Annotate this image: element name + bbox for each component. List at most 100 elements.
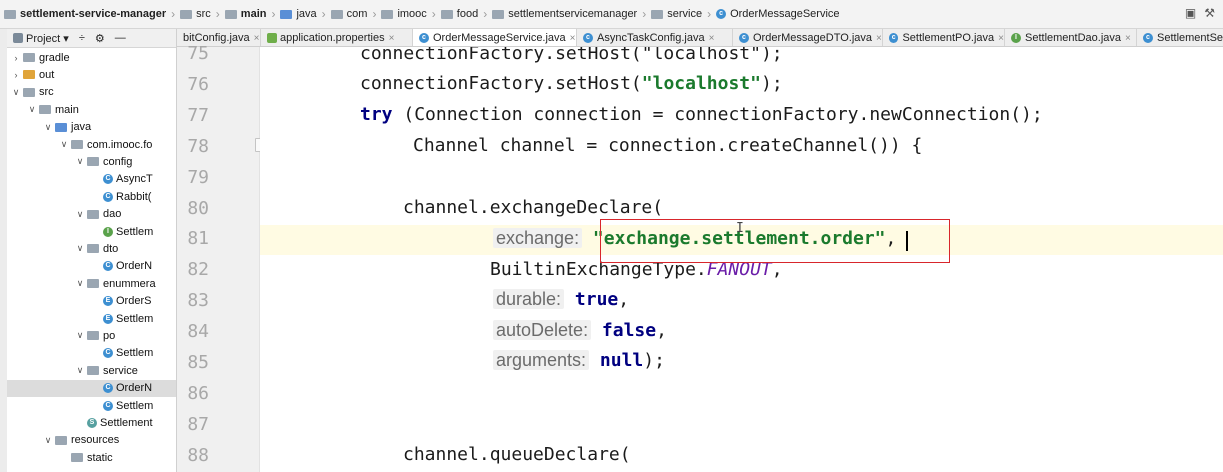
chevron-down-icon[interactable]: ∨ — [59, 139, 69, 150]
editor-tab[interactable]: c OrderMessageService.java × — [413, 29, 577, 46]
chevron-down-icon[interactable]: ∨ — [27, 104, 37, 115]
project-panel: Project ▾ ÷ ⚙ — › gradle › out ∨ src ∨ main ∨ jav… — [7, 29, 177, 472]
navbar-actions: ▣ ⚒ — [1185, 6, 1215, 20]
editor-tab[interactable]: c SettlementPO.java × — [883, 29, 1005, 46]
project-tree-item[interactable]: E OrderS — [7, 293, 176, 310]
close-icon[interactable]: × — [876, 33, 882, 44]
chevron-down-icon[interactable]: ∨ — [75, 330, 85, 341]
class-icon: C — [103, 383, 113, 394]
project-tree-item[interactable]: ∨ src — [7, 84, 176, 101]
build-hammer-icon[interactable]: ⚒ — [1204, 6, 1215, 20]
project-tree-item[interactable]: S Settlement — [7, 414, 176, 431]
chevron-down-icon[interactable]: ∨ — [75, 243, 85, 254]
project-tree-item[interactable]: C Rabbit( — [7, 188, 176, 205]
project-tree-item[interactable]: ∨ dao — [7, 206, 176, 223]
editor-tab[interactable]: c AsyncTaskConfig.java × — [577, 29, 733, 46]
breadcrumb-item[interactable]: › service — [637, 7, 702, 21]
close-icon[interactable]: × — [998, 33, 1004, 44]
breadcrumb-item[interactable]: › main — [211, 7, 267, 21]
project-tree-item[interactable]: C OrderN — [7, 258, 176, 275]
project-tree-item[interactable]: ∨ service — [7, 362, 176, 379]
collapse-all-icon[interactable]: ÷ — [79, 32, 85, 44]
project-tree-item[interactable]: C Settlem — [7, 345, 176, 362]
project-tree-item[interactable]: I Settlem — [7, 223, 176, 240]
code-editor[interactable]: connectionFactory.setHost("localhost"); … — [260, 47, 1223, 472]
chevron-down-icon[interactable]: ∨ — [75, 365, 85, 376]
breadcrumb-item[interactable]: › c OrderMessageService — [702, 7, 839, 21]
editor-tab[interactable]: application.properties × — [261, 29, 413, 46]
chevron-down-icon[interactable]: ∨ — [43, 435, 53, 446]
project-tree-item[interactable]: ∨ java — [7, 119, 176, 136]
class-icon: C — [103, 400, 113, 411]
line-number: 88 — [187, 444, 209, 466]
folder-blue-icon — [280, 9, 293, 19]
chevron-down-icon[interactable]: ∨ — [75, 209, 85, 220]
chevron-right-icon[interactable]: › — [11, 53, 21, 63]
project-tree-item[interactable]: ∨ resources — [7, 432, 176, 449]
project-tree-item[interactable]: C OrderN — [7, 379, 176, 397]
folder-icon — [180, 9, 193, 19]
spring-class-icon: S — [87, 417, 97, 428]
breadcrumb-item[interactable]: › settlementservicemanager — [478, 7, 637, 21]
line-number: 81 — [187, 228, 209, 250]
breadcrumb-separator: › — [321, 7, 326, 21]
class-icon: C — [103, 261, 113, 272]
chevron-down-icon[interactable]: ∨ — [75, 156, 85, 167]
layout-icon[interactable]: ▣ — [1185, 6, 1196, 20]
mouse-ibeam-cursor-icon: I — [736, 221, 744, 236]
editor-tab-bar: bitConfig.java × application.properties × c O… — [177, 29, 1223, 47]
enum-icon: E — [103, 296, 113, 307]
project-tree-item[interactable]: › gradle — [7, 49, 176, 66]
editor-tab[interactable]: c OrderMessageDTO.java × — [733, 29, 883, 46]
project-tree-item[interactable]: ∨ main — [7, 101, 176, 118]
chevron-down-icon[interactable]: ∨ — [43, 122, 53, 133]
line-number: 87 — [187, 413, 209, 435]
close-icon[interactable]: × — [254, 33, 260, 44]
gear-icon[interactable]: ⚙ — [95, 32, 105, 45]
close-icon[interactable]: × — [389, 33, 395, 44]
close-icon[interactable]: × — [1125, 33, 1131, 44]
interface-icon: I — [1011, 33, 1021, 43]
project-tree-item[interactable]: C Settlem — [7, 397, 176, 414]
module-icon — [4, 9, 16, 19]
project-tree-item[interactable]: static — [7, 449, 176, 466]
class-icon: c — [716, 9, 727, 19]
breadcrumb-item[interactable]: settlement-service-manager — [4, 8, 166, 20]
hide-panel-icon[interactable]: — — [115, 32, 126, 44]
project-view-selector[interactable]: Project ▾ — [13, 32, 69, 45]
breadcrumb-item[interactable]: › food — [427, 7, 478, 21]
project-tree-item[interactable]: ∨ po — [7, 327, 176, 344]
project-tree-item[interactable]: ∨ config — [7, 153, 176, 170]
project-tree-item[interactable]: ∨ dto — [7, 240, 176, 257]
folder-icon — [71, 140, 83, 149]
breadcrumb-item[interactable]: › imooc — [367, 7, 426, 21]
chevron-down-icon[interactable]: ∨ — [75, 278, 85, 289]
breadcrumb-separator: › — [483, 7, 488, 21]
project-tree-item[interactable]: E Settlem — [7, 310, 176, 327]
project-tree-item[interactable]: ∨ com.imooc.fo — [7, 136, 176, 153]
param-hint-autodelete: autoDelete: — [493, 320, 592, 340]
chevron-down-icon[interactable]: ∨ — [11, 87, 21, 98]
editor-tab[interactable]: c SettlementSe — [1137, 29, 1223, 46]
line-number: 84 — [187, 321, 209, 343]
breadcrumb-item[interactable]: › com — [317, 7, 368, 21]
param-hint-arguments: arguments: — [493, 350, 590, 370]
project-tree-item[interactable]: C AsyncT — [7, 171, 176, 188]
project-tree-item[interactable]: › out — [7, 66, 176, 83]
code-line-80: channel.exchangeDeclare( — [403, 197, 664, 218]
chevron-right-icon[interactable]: › — [11, 70, 21, 80]
code-line-88: channel.queueDeclare( — [403, 444, 631, 465]
breadcrumb-item[interactable]: › src — [166, 7, 211, 21]
project-tree-item[interactable]: ∨ enummera — [7, 275, 176, 292]
line-number: 78 — [187, 135, 209, 157]
close-icon[interactable]: × — [709, 33, 715, 44]
class-icon: C — [103, 348, 113, 359]
line-number-gutter: 75 76 77 78 79 80 81 82 83 84 85 86 87 88 — [177, 43, 269, 472]
line-number: 79 — [187, 166, 209, 188]
folder-icon — [39, 105, 51, 115]
close-icon[interactable]: × — [570, 33, 576, 44]
breadcrumb-item[interactable]: › java — [266, 7, 316, 21]
package-icon — [330, 9, 343, 19]
editor-tab[interactable]: I SettlementDao.java × — [1005, 29, 1137, 46]
code-line-84: autoDelete: false, — [493, 320, 667, 341]
